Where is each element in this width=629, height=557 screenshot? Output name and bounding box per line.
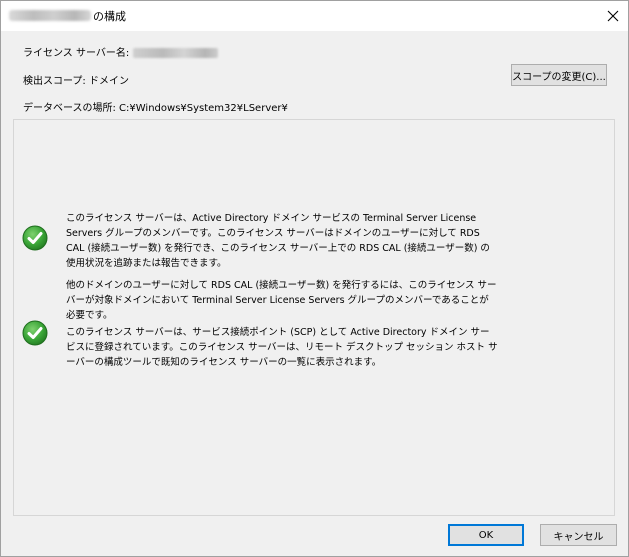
other-domain-message: 他のドメインのユーザーに対して RDS CAL (接続ユーザー数) を発行するに…	[66, 280, 497, 321]
check-icon	[22, 320, 48, 346]
scp-registration-message: このライセンス サーバーは、サービス接続ポイント (SCP) として Activ…	[66, 327, 498, 368]
window-title: の構成	[93, 10, 126, 23]
close-button[interactable]	[598, 1, 628, 31]
scope-label: 検出スコープ: ドメイン	[23, 76, 129, 87]
status-panel: このライセンス サーバーは、Active Directory ドメイン サービス…	[13, 119, 615, 516]
redacted-server-name	[9, 10, 91, 21]
database-location-label: データベースの場所: C:¥Windows¥System32¥LServer¥	[23, 103, 288, 114]
change-scope-button[interactable]: スコープの変更(C)...	[511, 64, 607, 86]
title-bar: の構成	[1, 1, 628, 31]
license-server-config-dialog: の構成 ライセンス サーバー名: 検出スコープ: ドメイン データベースの場所:…	[0, 0, 629, 557]
cancel-button[interactable]: キャンセル	[540, 524, 617, 546]
server-name-row: ライセンス サーバー名:	[23, 44, 219, 59]
ok-button[interactable]: OK	[448, 524, 524, 546]
server-name-label: ライセンス サーバー名:	[23, 48, 130, 59]
close-icon	[607, 10, 619, 22]
redacted-server-name-value	[133, 48, 219, 58]
domain-membership-message: このライセンス サーバーは、Active Directory ドメイン サービス…	[66, 213, 490, 269]
check-icon	[22, 225, 48, 251]
